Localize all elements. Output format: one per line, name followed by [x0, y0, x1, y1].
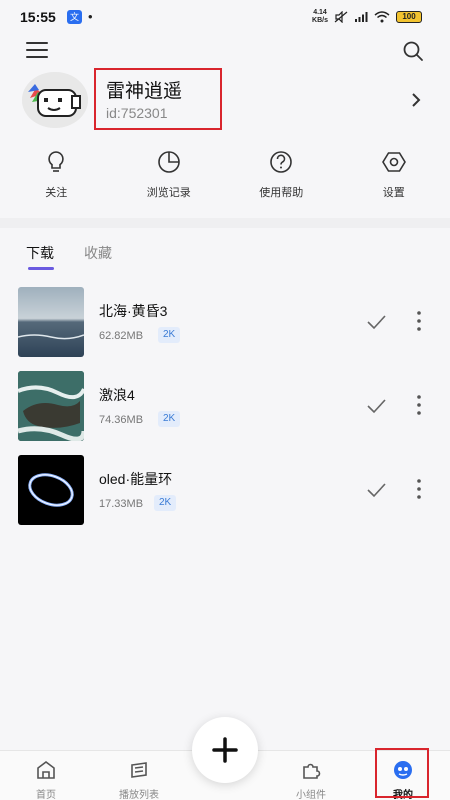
add-button[interactable]: [192, 717, 258, 783]
battery-indicator: 100: [396, 11, 422, 23]
action-history[interactable]: 浏览记录: [113, 148, 226, 204]
nav-widget-label: 小组件: [296, 790, 326, 800]
action-settings[interactable]: 设置: [338, 148, 450, 204]
check-icon[interactable]: [366, 398, 386, 414]
network-speed: 4.14 KB/s: [312, 9, 328, 24]
mine-highlight-box: [375, 748, 429, 798]
nav-widget[interactable]: 小组件: [276, 759, 346, 800]
nav-playlist-label: 播放列表: [119, 790, 159, 800]
home-icon: [37, 761, 55, 779]
help-icon: [270, 151, 293, 173]
notification-dot: •: [88, 9, 93, 24]
wallpaper-thumbnail[interactable]: [18, 287, 84, 357]
signal-icon: [355, 12, 368, 22]
check-icon[interactable]: [366, 314, 386, 330]
playlist-icon: [131, 762, 147, 778]
menu-icon[interactable]: [26, 42, 48, 58]
more-vertical-icon[interactable]: [416, 478, 422, 500]
search-icon[interactable]: [402, 40, 424, 62]
action-follow[interactable]: 关注: [0, 148, 113, 204]
nav-playlist[interactable]: 播放列表: [104, 759, 174, 800]
item-title: 激浪4: [99, 387, 135, 403]
item-size: 17.33MB: [99, 498, 144, 510]
list-item[interactable]: oled·能量环 17.33MB 2K: [0, 455, 450, 525]
wallpaper-thumbnail[interactable]: [18, 371, 84, 441]
nav-home-label: 首页: [36, 790, 56, 800]
action-history-label: 浏览记录: [146, 187, 191, 199]
settings-icon: [381, 152, 406, 172]
action-follow-label: 关注: [45, 187, 68, 199]
list-item[interactable]: 北海·黄昏3 62.82MB 2K: [0, 287, 450, 357]
action-help[interactable]: 使用帮助: [225, 148, 338, 204]
section-divider: [0, 218, 450, 228]
pie-icon: [157, 151, 180, 173]
wallpaper-thumbnail[interactable]: [18, 455, 84, 525]
puzzle-icon: [303, 763, 321, 779]
item-title: oled·能量环: [99, 471, 173, 487]
tab-download[interactable]: 下载: [26, 243, 54, 263]
app-notification-icon: 文: [67, 10, 82, 24]
tab-active-indicator: [28, 267, 54, 270]
item-size: 62.82MB: [99, 330, 144, 342]
status-bar: 15:55 文 • 4.14 KB/s 100: [0, 0, 450, 34]
action-settings-label: 设置: [382, 187, 405, 199]
username: 雷神逍遥: [106, 81, 183, 102]
user-id: id:752301: [106, 105, 168, 121]
wifi-icon: [374, 11, 390, 23]
item-title: 北海·黄昏3: [99, 303, 168, 319]
action-help-label: 使用帮助: [259, 187, 304, 199]
more-vertical-icon[interactable]: [416, 310, 422, 332]
plus-icon: [212, 737, 238, 763]
nav-home[interactable]: 首页: [11, 759, 81, 800]
status-time: 15:55: [20, 9, 56, 25]
quality-badge: 2K: [158, 411, 181, 427]
silent-icon: [334, 11, 348, 23]
avatar[interactable]: [22, 72, 88, 128]
quick-actions: 关注 浏览记录 使用帮助 设置: [0, 148, 450, 204]
item-size: 74.36MB: [99, 414, 144, 426]
quality-badge: 2K: [158, 327, 181, 343]
chevron-right-icon[interactable]: [410, 92, 422, 108]
bulb-icon: [48, 151, 64, 172]
more-vertical-icon[interactable]: [416, 394, 422, 416]
check-icon[interactable]: [366, 482, 386, 498]
tab-collect[interactable]: 收藏: [84, 243, 112, 263]
status-indicators: 4.14 KB/s 100: [312, 9, 422, 25]
quality-badge: 2K: [154, 495, 177, 511]
list-item[interactable]: 激浪4 74.36MB 2K: [0, 371, 450, 441]
